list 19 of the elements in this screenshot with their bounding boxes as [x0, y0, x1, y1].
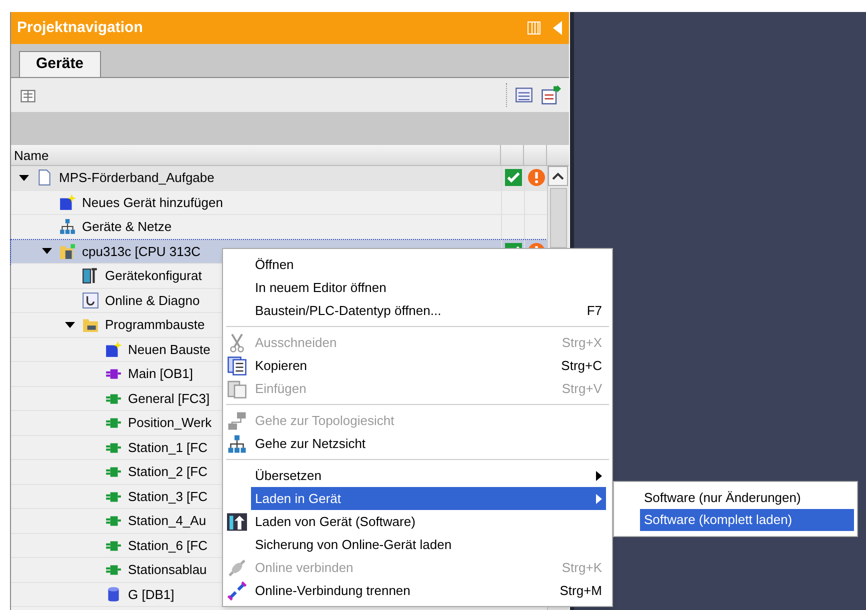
item-label: cpu313c [CPU 313C	[82, 242, 201, 261]
item-label: MPS-Förderband_Aufgabe	[59, 169, 214, 187]
item-label: G [DB1]	[128, 586, 174, 604]
item-label: Stationsablau	[128, 561, 207, 579]
item-label: Position_Werk	[128, 414, 212, 432]
item-label: Programmbauste	[105, 316, 205, 334]
item-label: Gerätekonfigurat	[105, 267, 202, 285]
item-label: Online & Diagno	[105, 292, 200, 310]
item-label: Station_2 [FC	[128, 463, 208, 481]
item-label: General [FC3]	[128, 390, 210, 408]
item-label: Geräte & Netze	[82, 218, 172, 236]
item-label: Station_4_Au	[128, 512, 206, 530]
item-label: Station_6 [FC	[128, 536, 208, 555]
panel-title: Projektnavigation	[17, 18, 144, 38]
item-label: Neues Gerät hinzufügen	[82, 194, 223, 212]
item-label: Station_3 [FC	[128, 488, 208, 506]
item-label: Main [OB1]	[128, 365, 194, 383]
item-label: Station_1 [FC	[128, 438, 208, 457]
item-label: Neuen Bauste	[128, 340, 210, 358]
